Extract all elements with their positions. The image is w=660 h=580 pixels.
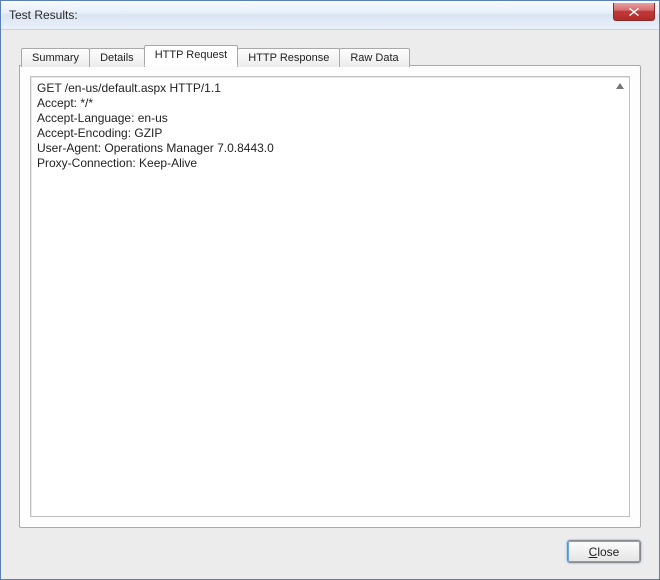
close-window-button[interactable] [613,3,655,21]
tabstrip: Summary Details HTTP Request HTTP Respon… [19,44,641,66]
http-request-content: GET /en-us/default.aspx HTTP/1.1 Accept:… [37,81,611,171]
tab-http-request[interactable]: HTTP Request [144,45,239,66]
close-button-rest: lose [597,545,619,559]
http-request-textbox[interactable]: GET /en-us/default.aspx HTTP/1.1 Accept:… [30,76,630,517]
tab-panel: GET /en-us/default.aspx HTTP/1.1 Accept:… [19,65,641,528]
scroll-up-icon[interactable] [613,79,627,93]
tab-raw-data[interactable]: Raw Data [339,48,409,67]
close-button[interactable]: Close [567,540,641,563]
dialog-window: Test Results: Summary Details HTTP Reque… [0,0,660,580]
dialog-footer: Close [19,528,641,563]
tab-summary[interactable]: Summary [21,48,90,67]
tab-details[interactable]: Details [89,48,145,67]
client-area: Summary Details HTTP Request HTTP Respon… [1,30,659,579]
tab-http-response[interactable]: HTTP Response [237,48,340,67]
close-icon [629,8,639,16]
titlebar[interactable]: Test Results: [1,1,659,30]
window-title: Test Results: [9,8,78,22]
